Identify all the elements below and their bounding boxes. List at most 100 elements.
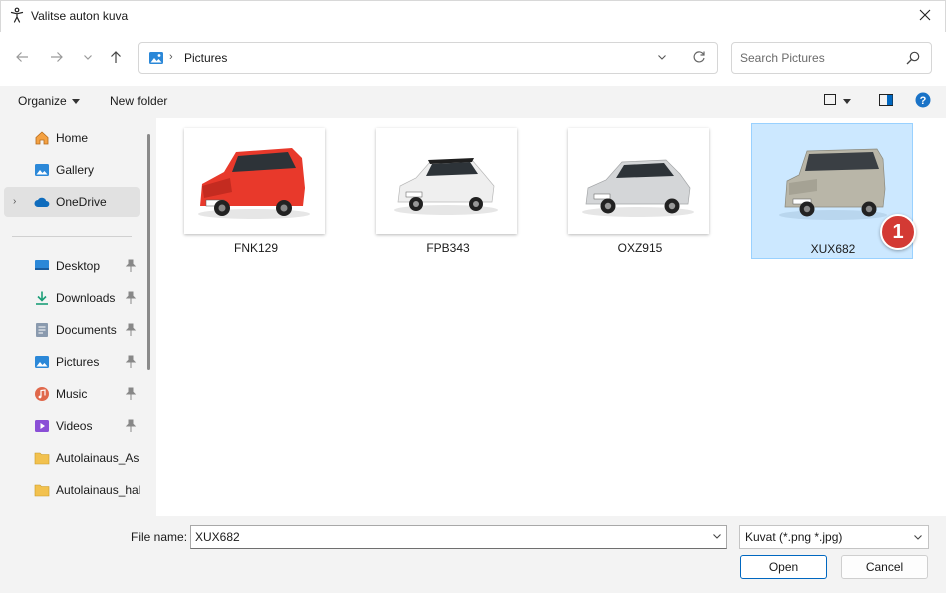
cancel-button[interactable]: Cancel <box>841 555 928 579</box>
sidebar-item-label: Music <box>56 387 88 401</box>
preview-pane-icon <box>879 93 893 109</box>
filename-dropdown-button[interactable] <box>708 528 726 546</box>
arrow-up-icon <box>109 50 123 67</box>
sidebar-item-documents[interactable]: Documents <box>4 315 140 345</box>
pin-icon[interactable] <box>125 323 137 337</box>
refresh-icon <box>692 50 706 67</box>
annotation-badge-1: 1 <box>880 214 916 250</box>
sidebar-item-label: Downloads <box>56 291 116 305</box>
music-icon <box>34 386 50 402</box>
pin-icon[interactable] <box>125 387 137 401</box>
chevron-down-icon <box>712 530 722 544</box>
expand-chevron-icon[interactable]: › <box>13 196 16 207</box>
accessibility-figure-icon <box>9 7 25 23</box>
filename-label: File name: <box>131 530 188 544</box>
preview-pane-button[interactable] <box>875 91 897 111</box>
pin-icon[interactable] <box>125 291 137 305</box>
caret-down-icon <box>71 94 80 108</box>
up-button[interactable] <box>103 45 129 71</box>
chevron-down-icon <box>83 51 93 65</box>
desktop-icon <box>34 258 50 274</box>
videos-icon <box>34 418 50 434</box>
sidebar-item-label: OneDrive <box>56 195 107 209</box>
new-folder-button[interactable]: New folder <box>103 90 174 112</box>
filename-input[interactable] <box>190 525 727 549</box>
organize-label: Organize <box>18 94 67 108</box>
hatchback-image <box>394 158 498 215</box>
gallery-icon <box>34 162 50 178</box>
van-image <box>198 148 310 219</box>
help-button[interactable]: ? <box>912 91 934 111</box>
sidebar-item-home[interactable]: Home <box>4 123 140 153</box>
van-image <box>779 148 887 220</box>
pictures-icon <box>34 354 50 370</box>
file-name: OXZ915 <box>617 241 663 255</box>
open-button[interactable]: Open <box>740 555 827 579</box>
sidebar-item-autolainaus-asi[interactable]: Autolainaus_Asi <box>4 443 140 473</box>
sidebar-item-label: Gallery <box>56 163 95 177</box>
pin-icon[interactable] <box>125 419 137 433</box>
breadcrumb-separator: › <box>169 51 173 63</box>
file-tile-fnk129[interactable]: FNK129 <box>175 123 337 259</box>
file-name: FPB343 <box>426 241 470 255</box>
sidebar-item-videos[interactable]: Videos <box>4 411 140 441</box>
chevron-down-icon <box>657 51 667 65</box>
sidebar-item-onedrive[interactable]: › OneDrive <box>4 187 140 217</box>
caret-down-icon <box>843 94 851 108</box>
sidebar-item-desktop[interactable]: Desktop <box>4 251 140 281</box>
arrow-right-icon <box>50 50 64 67</box>
organize-button[interactable]: Organize <box>10 90 88 112</box>
refresh-button[interactable] <box>688 47 710 69</box>
recent-locations-button[interactable] <box>77 45 99 71</box>
view-options-button[interactable] <box>820 91 862 111</box>
hatchback-image <box>582 159 694 217</box>
sidebar-item-label: Pictures <box>56 355 100 369</box>
sidebar-item-label: Documents <box>56 323 117 337</box>
folder-icon <box>34 450 50 466</box>
view-square-icon <box>824 94 836 108</box>
sidebar-item-label: Desktop <box>56 259 101 273</box>
filetype-value: Kuvat (*.png *.jpg) <box>745 530 843 544</box>
pictures-folder-icon <box>148 50 164 66</box>
file-tile-fpb343[interactable]: FPB343 <box>367 123 529 259</box>
window-title: Valitse auton kuva <box>31 9 129 23</box>
car-thumbnail <box>568 128 709 234</box>
forward-button[interactable] <box>44 45 70 71</box>
pin-icon[interactable] <box>125 355 137 369</box>
sidebar-item-music[interactable]: Music <box>4 379 140 409</box>
onedrive-cloud-icon <box>34 194 50 210</box>
close-icon <box>919 9 931 24</box>
address-dropdown-button[interactable] <box>652 48 672 68</box>
car-thumbnail <box>184 128 325 234</box>
sidebar-item-label: Home <box>56 131 89 145</box>
chevron-down-icon <box>910 528 926 546</box>
title-bar <box>0 0 946 32</box>
sidebar-item-label: Videos <box>56 419 93 433</box>
car-thumbnail <box>761 129 902 235</box>
file-tile-oxz915[interactable]: OXZ915 <box>559 123 721 259</box>
sidebar-item-gallery[interactable]: Gallery <box>4 155 140 185</box>
downloads-icon <box>34 290 50 306</box>
sidebar-item-pictures[interactable]: Pictures <box>4 347 140 377</box>
sidebar-scrollbar[interactable] <box>147 134 150 370</box>
folder-icon <box>34 482 50 498</box>
home-icon <box>34 130 50 146</box>
sidebar-item-label: Autolainaus_Asi <box>56 451 140 465</box>
svg-text:?: ? <box>920 95 927 107</box>
search-placeholder: Search Pictures <box>740 51 825 65</box>
arrow-left-icon <box>15 50 29 67</box>
breadcrumb-pictures[interactable]: Pictures <box>184 51 227 65</box>
help-icon: ? <box>915 92 931 111</box>
filename-value: XUX682 <box>195 530 240 544</box>
search-icon[interactable] <box>905 50 921 66</box>
documents-icon <box>34 322 50 338</box>
file-name: FNK129 <box>233 241 279 255</box>
pin-icon[interactable] <box>125 259 137 273</box>
back-button[interactable] <box>9 45 35 71</box>
sidebar-item-downloads[interactable]: Downloads <box>4 283 140 313</box>
sidebar-item-autolainaus-hal[interactable]: Autolainaus_hal <box>4 475 140 505</box>
close-button[interactable] <box>910 4 940 28</box>
sidebar-divider <box>12 236 132 237</box>
sidebar-item-label: Autolainaus_hal <box>56 483 140 497</box>
car-thumbnail <box>376 128 517 234</box>
